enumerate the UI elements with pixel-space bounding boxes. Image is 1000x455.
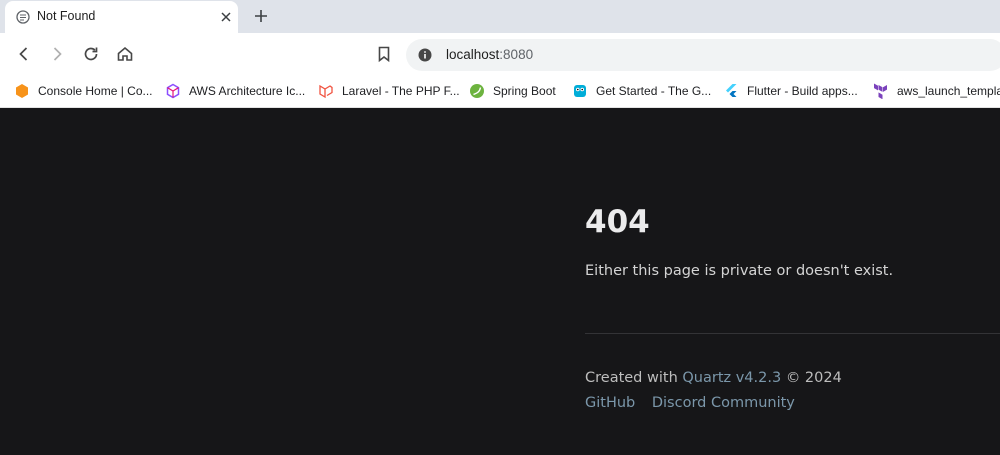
flutter-icon <box>726 84 737 97</box>
footer-credit: Created with Quartz v4.2.3 © 2024 <box>585 370 842 386</box>
url-host: localhost <box>446 47 500 62</box>
bookmark-spring-boot[interactable]: Spring Boot <box>469 81 556 101</box>
url-port: :8080 <box>499 47 534 62</box>
new-tab-icon[interactable] <box>252 7 270 25</box>
bookmark-label: Get Started - The G... <box>596 84 712 98</box>
page-content: 404 Either this page is private or doesn… <box>0 108 1000 455</box>
bookmark-label: Spring Boot <box>493 84 556 98</box>
bookmark-console-home[interactable]: Console Home | Co... <box>14 81 153 101</box>
bookmark-label: aws_launch_templa... <box>897 84 1000 98</box>
bookmark-aws-architecture[interactable]: AWS Architecture Ic... <box>165 81 305 101</box>
discord-community-link[interactable]: Discord Community <box>652 395 795 411</box>
spring-icon <box>470 84 484 98</box>
footer-links: GitHub Discord Community <box>585 395 807 411</box>
tab-title: Not Found <box>37 9 96 23</box>
error-code-heading: 404 <box>585 204 650 240</box>
aws-console-icon <box>16 84 28 98</box>
bookmark-label: Console Home | Co... <box>38 84 153 98</box>
footer-created-prefix: Created with <box>585 370 678 386</box>
aws-architecture-icon <box>166 83 180 99</box>
page-icon <box>16 10 30 24</box>
bookmarks-bar: Console Home | Co... AWS Architecture Ic… <box>0 75 1000 108</box>
site-info-icon[interactable] <box>418 48 432 62</box>
home-icon[interactable] <box>115 44 135 64</box>
bookmark-flutter[interactable]: Flutter - Build apps... <box>723 81 858 101</box>
terraform-icon <box>874 83 887 99</box>
url-text: localhost:8080 <box>446 47 533 62</box>
bookmark-icon[interactable] <box>374 44 394 64</box>
reload-icon[interactable] <box>81 44 101 64</box>
close-icon[interactable] <box>218 9 234 25</box>
tab-not-found[interactable]: Not Found <box>5 1 238 33</box>
forward-icon[interactable] <box>47 44 67 64</box>
bookmark-label: AWS Architecture Ic... <box>189 84 306 98</box>
divider <box>585 333 1000 334</box>
footer-copyright: © 2024 <box>785 370 842 386</box>
bookmark-label: Flutter - Build apps... <box>747 84 858 98</box>
address-bar[interactable]: localhost:8080 <box>406 39 1000 71</box>
quartz-link[interactable]: Quartz v4.2.3 <box>682 370 781 386</box>
error-message: Either this page is private or doesn't e… <box>585 263 894 279</box>
browser-toolbar: localhost:8080 <box>0 33 1000 75</box>
bookmark-label: Laravel - The PHP F... <box>342 84 460 98</box>
laravel-icon <box>319 84 333 99</box>
tab-strip: Not Found <box>0 0 1000 33</box>
github-link[interactable]: GitHub <box>585 395 635 411</box>
bookmark-go-get-started[interactable]: Get Started - The G... <box>572 81 711 101</box>
bookmark-aws-launch-template[interactable]: aws_launch_templa... <box>873 81 1000 101</box>
back-icon[interactable] <box>14 44 34 64</box>
gopher-icon <box>574 85 586 97</box>
bookmark-laravel[interactable]: Laravel - The PHP F... <box>318 81 460 101</box>
